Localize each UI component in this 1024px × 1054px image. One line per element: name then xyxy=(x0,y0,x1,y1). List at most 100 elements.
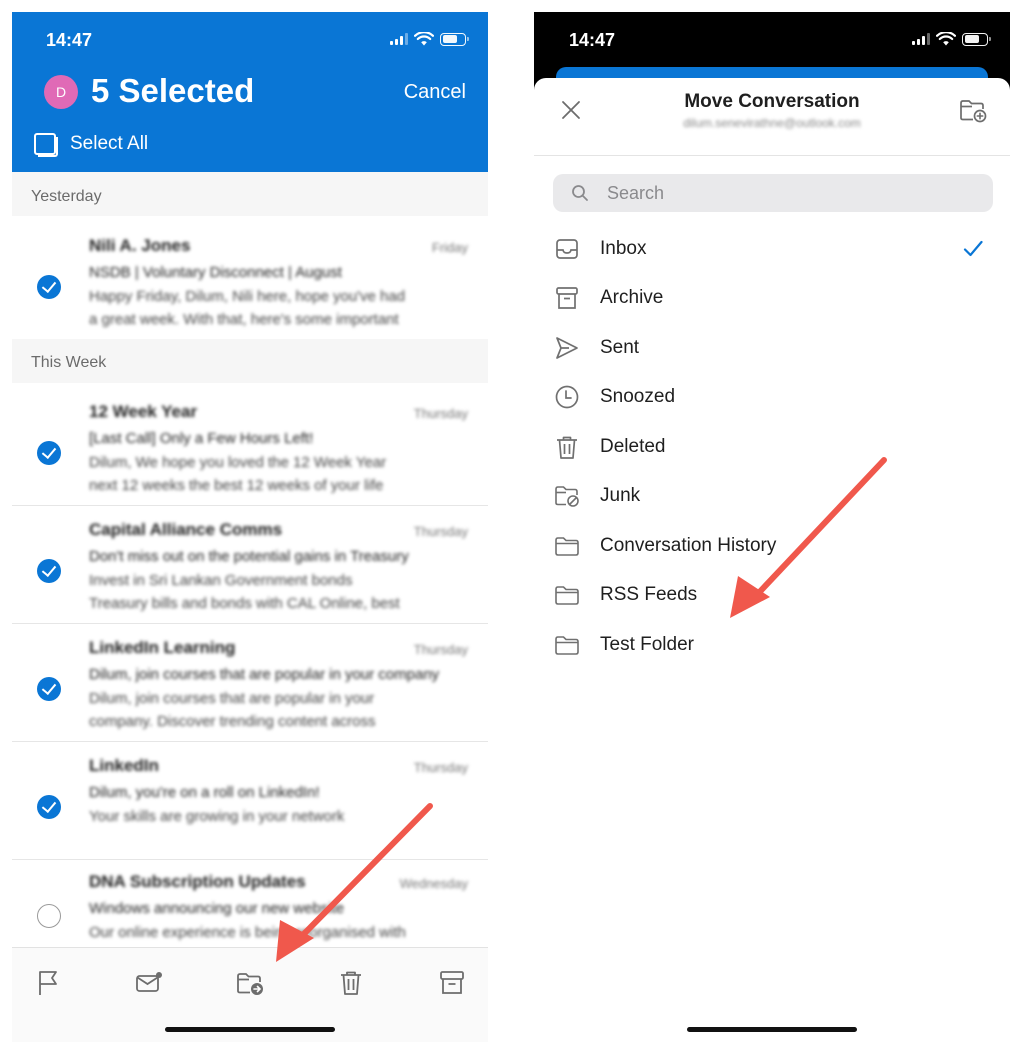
sheet-title: Move Conversation xyxy=(684,91,860,112)
move-conversation-sheet: Move Conversation dilum.senevirathne@out… xyxy=(534,78,1010,1042)
mail-subject: Don't miss out on the potential gains in… xyxy=(89,548,409,565)
folder-move-icon[interactable] xyxy=(235,968,265,998)
clock-icon xyxy=(555,385,579,409)
status-icons xyxy=(390,32,469,46)
mail-date: Thursday xyxy=(413,760,468,775)
select-all-label: Select All xyxy=(70,133,149,154)
selection-count-title: 5 Selected xyxy=(91,72,255,109)
trash-icon[interactable] xyxy=(336,968,366,998)
status-icons xyxy=(912,32,991,46)
mail-subject: [Last Call] Only a Few Hours Left! xyxy=(89,430,314,447)
mail-preview: Dilum, join courses that are popular in … xyxy=(89,690,375,707)
new-folder-icon[interactable] xyxy=(958,97,988,123)
folder-label: Junk xyxy=(600,485,641,506)
send-icon xyxy=(556,337,578,359)
mail-date: Wednesday xyxy=(399,876,468,891)
avatar[interactable]: D xyxy=(44,75,78,109)
home-indicator[interactable] xyxy=(687,1027,857,1032)
status-time: 14:47 xyxy=(46,30,93,50)
folder-item-archive[interactable]: Archive xyxy=(534,275,1010,321)
mail-row[interactable]: LinkedIn Thursday Dilum, you're on a rol… xyxy=(12,738,488,856)
move-conversation-screen: 14:47 Move Conversation dilum.senevirath… xyxy=(534,12,1010,1042)
mail-sender: LinkedIn xyxy=(89,756,159,775)
mail-list-screen: 14:47 D 5 Selected Cancel Select All Yes… xyxy=(12,12,488,1042)
battery-icon xyxy=(440,32,469,46)
folder-label: Test Folder xyxy=(600,634,694,655)
mail-subject: Dilum, you're on a roll on LinkedIn! xyxy=(89,784,320,801)
mail-subject: NSDB | Voluntary Disconnect | August xyxy=(89,264,342,281)
cellular-signal-icon xyxy=(912,33,930,45)
folder-search-bar[interactable] xyxy=(553,174,993,212)
selection-header: 14:47 D 5 Selected Cancel Select All xyxy=(12,12,488,172)
bottom-action-toolbar xyxy=(12,947,488,1042)
cellular-signal-icon xyxy=(390,33,408,45)
folder-icon xyxy=(555,537,579,556)
mail-preview: next 12 weeks the best 12 weeks of your … xyxy=(89,477,384,494)
mail-sender: 12 Week Year xyxy=(89,402,198,421)
mail-subject: Dilum, join courses that are popular in … xyxy=(89,666,440,683)
wifi-icon xyxy=(414,32,434,46)
folder-label: RSS Feeds xyxy=(600,584,698,605)
mail-unread-icon[interactable] xyxy=(134,968,164,998)
mail-date: Friday xyxy=(431,240,468,255)
mail-date: Thursday xyxy=(413,406,468,421)
search-icon xyxy=(572,185,588,201)
folder-item-sent[interactable]: Sent xyxy=(534,325,1010,371)
search-input[interactable] xyxy=(607,182,967,204)
mail-preview: Invest in Sri Lankan Government bonds xyxy=(89,572,353,589)
folder-icon xyxy=(555,636,579,655)
mail-preview: Our online experience is being reorganis… xyxy=(89,924,406,941)
status-time: 14:47 xyxy=(569,30,616,50)
selected-check-icon[interactable] xyxy=(37,441,61,465)
battery-icon xyxy=(962,32,991,46)
flag-icon[interactable] xyxy=(34,968,64,998)
archive-icon[interactable] xyxy=(437,968,467,998)
folder-label: Archive xyxy=(600,287,664,308)
folder-item-snoozed[interactable]: Snoozed xyxy=(534,374,1010,420)
folder-item-deleted[interactable]: Deleted xyxy=(534,424,1010,470)
selected-check-icon[interactable] xyxy=(37,795,61,819)
folder-item-test-folder[interactable]: Test Folder xyxy=(534,622,1010,668)
trash-icon xyxy=(557,436,577,459)
mail-preview: Treasury bills and bonds with CAL Online… xyxy=(89,595,400,612)
folder-item-rss-feeds[interactable]: RSS Feeds xyxy=(534,572,1010,618)
inbox-icon xyxy=(556,239,578,259)
folder-label: Deleted xyxy=(600,436,666,457)
mail-row[interactable]: LinkedIn Learning Thursday Dilum, join c… xyxy=(12,620,488,738)
junk-folder-icon xyxy=(555,486,579,507)
folder-label: Sent xyxy=(600,337,640,358)
folder-label: Conversation History xyxy=(600,535,777,556)
unselected-check-icon[interactable] xyxy=(37,904,61,928)
folder-label: Snoozed xyxy=(600,386,676,407)
mail-row[interactable]: Capital Alliance Comms Thursday Don't mi… xyxy=(12,502,488,620)
select-all-button[interactable]: Select All xyxy=(34,133,149,157)
divider xyxy=(534,155,1010,156)
select-all-icon xyxy=(34,133,58,157)
home-indicator[interactable] xyxy=(165,1027,335,1032)
folder-item-junk[interactable]: Junk xyxy=(534,473,1010,519)
mail-row[interactable]: 12 Week Year Thursday [Last Call] Only a… xyxy=(12,384,488,502)
divider xyxy=(12,859,488,860)
cancel-button[interactable]: Cancel xyxy=(404,81,466,104)
mail-preview: Dilum, We hope you loved the 12 Week Yea… xyxy=(89,454,387,471)
selected-check-icon[interactable] xyxy=(37,275,61,299)
selected-check-icon[interactable] xyxy=(37,677,61,701)
mail-preview: company. Discover trending content acros… xyxy=(89,713,376,730)
mail-date: Thursday xyxy=(413,642,468,657)
mail-row[interactable]: Nili A. Jones Friday NSDB | Voluntary Di… xyxy=(12,218,488,336)
wifi-icon xyxy=(936,32,956,46)
section-label: This Week xyxy=(31,354,107,371)
folder-icon xyxy=(555,586,579,605)
mail-sender: Capital Alliance Comms xyxy=(89,520,283,539)
mail-preview: Your skills are growing in your network xyxy=(89,808,345,825)
selected-check-icon[interactable] xyxy=(37,559,61,583)
mail-preview: Happy Friday, Dilum, Nili here, hope you… xyxy=(89,288,406,305)
mail-sender: LinkedIn Learning xyxy=(89,638,236,657)
section-label: Yesterday xyxy=(31,188,102,205)
folder-item-inbox[interactable]: Inbox xyxy=(534,226,1010,272)
mail-date: Thursday xyxy=(413,524,468,539)
archive-icon xyxy=(556,287,578,309)
folder-label: Inbox xyxy=(600,238,647,259)
mail-subject: Windows announcing our new website xyxy=(89,900,345,917)
folder-item-conversation-history[interactable]: Conversation History xyxy=(534,523,1010,569)
